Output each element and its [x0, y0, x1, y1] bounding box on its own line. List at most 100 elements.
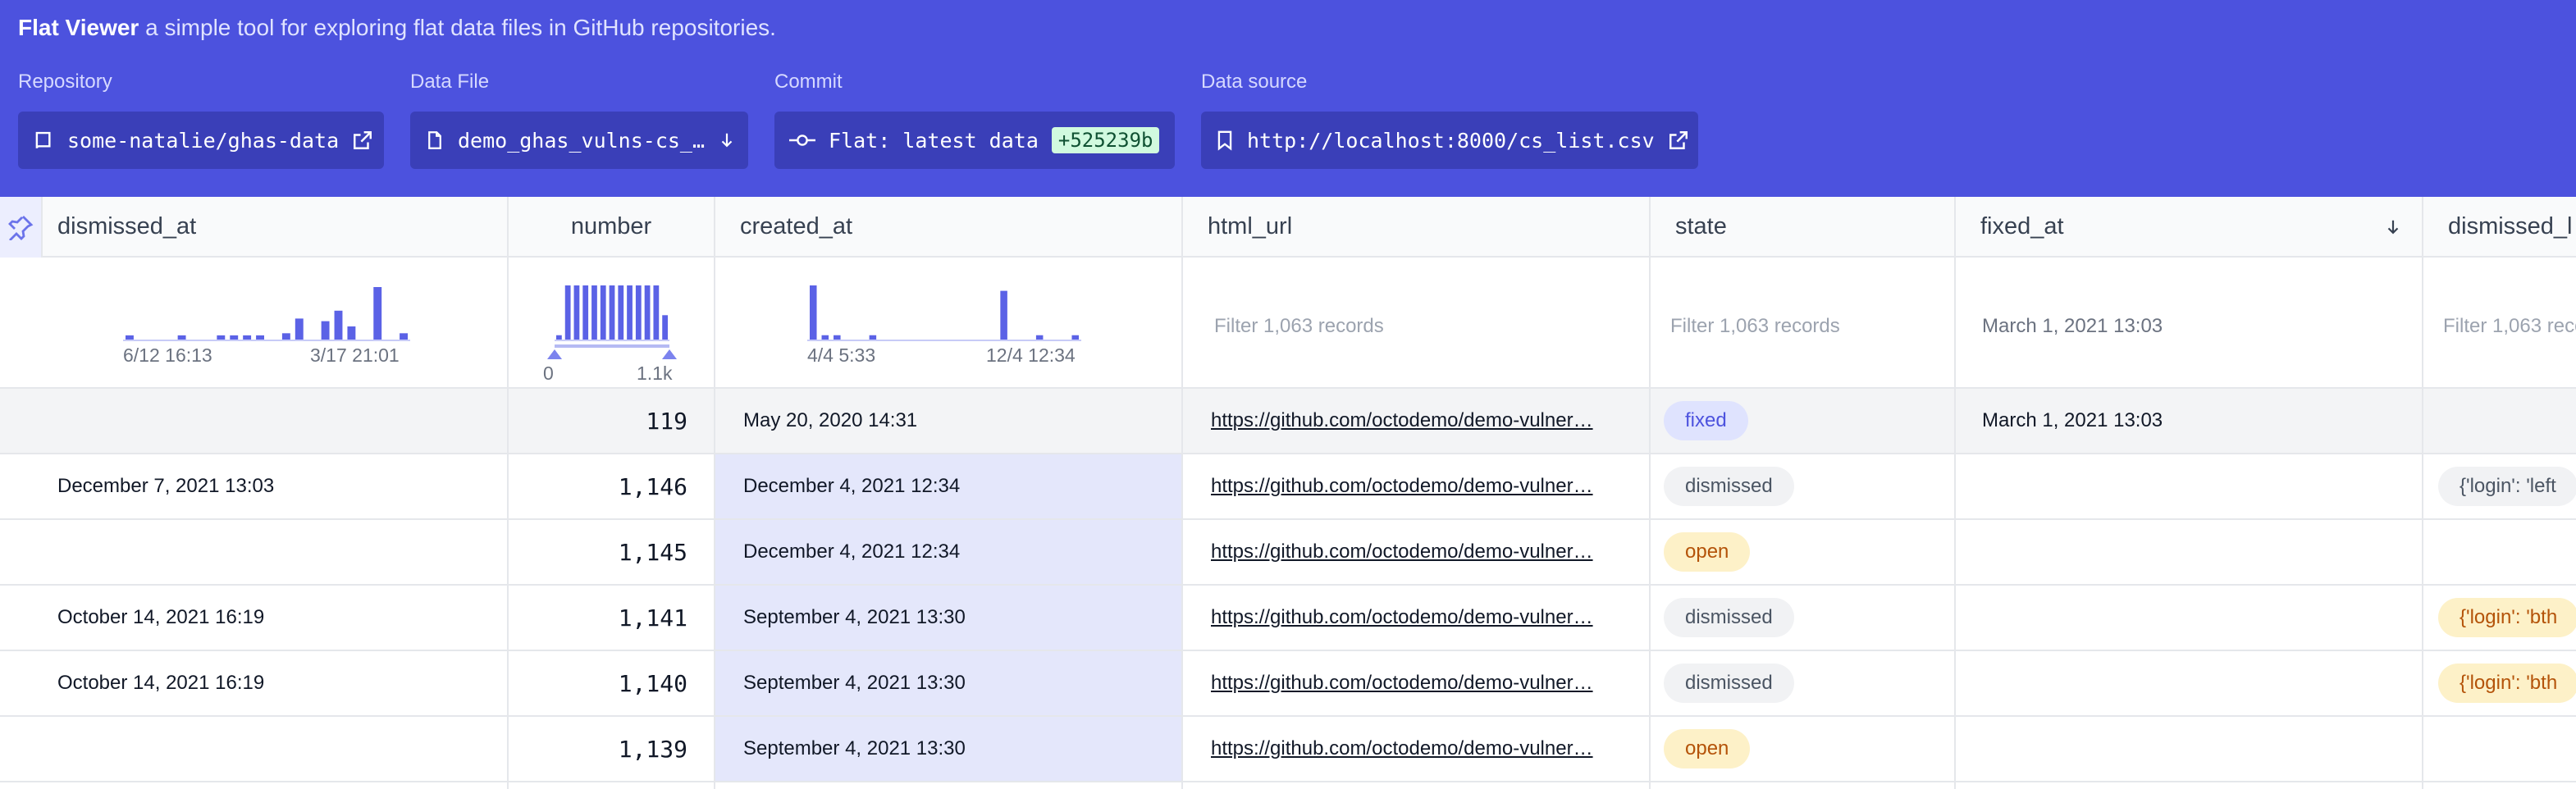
table-cell[interactable]	[1956, 454, 2422, 520]
table-cell[interactable]: 1,141	[509, 586, 714, 651]
table-cell-link[interactable]: https://github.com/octodemo/demo-vulner…	[1183, 454, 1649, 520]
table-cell[interactable]: September 4, 2021 13:30	[715, 586, 1181, 651]
table-cell[interactable]: {'login': 'left	[2423, 454, 2576, 520]
histogram-dismissed-at-bar[interactable]	[321, 321, 330, 340]
data-file-picker[interactable]: demo_ghas_vulns-cs_…	[410, 112, 748, 169]
table-cell-link[interactable]: https://github.com/octodemo/demo-vulner…	[1183, 389, 1649, 454]
histogram-dismissed-at-bar[interactable]	[126, 335, 134, 340]
table-cell[interactable]: September 4, 2021 13:30	[715, 651, 1181, 717]
histogram-number-bar[interactable]	[564, 285, 571, 340]
table-cell[interactable]	[1956, 651, 2422, 717]
table-cell-link[interactable]: https://github.com/octodemo/demo-vulner…	[1183, 717, 1649, 782]
table-cell-link[interactable]: https://github.com/octodemo/demo-vulner…	[1183, 520, 1649, 586]
histogram-dismissed-at-bar[interactable]	[217, 335, 226, 340]
range-handle-min[interactable]	[547, 349, 562, 359]
histogram-created-at[interactable]	[715, 258, 1181, 389]
table-cell[interactable]: dismissed	[1651, 586, 1954, 651]
histogram-dismissed-at-bar[interactable]	[230, 335, 239, 340]
column-header-dismissed-at[interactable]: dismissed_at	[0, 197, 507, 258]
table-cell[interactable]: September 4, 2021 13:30	[715, 717, 1181, 782]
filter-input-state[interactable]: Filter 1,063 records	[1670, 315, 1840, 338]
table-cell[interactable]: October 14, 2021 16:19	[0, 586, 507, 651]
histogram-number-bar[interactable]	[609, 285, 615, 340]
table-cell[interactable]	[2423, 520, 2576, 586]
histogram-created-at-bar[interactable]	[834, 335, 841, 340]
table-cell[interactable]: dismissed	[1651, 454, 1954, 520]
table-cell[interactable]: 1,140	[509, 651, 714, 717]
histogram-number-bar[interactable]	[618, 285, 624, 340]
sort-descending-icon[interactable]	[2384, 217, 2402, 238]
column-header-html-url[interactable]: html_url	[1183, 197, 1649, 258]
table-cell-link[interactable]: https://github.com/octodemo/demo-vulner…	[1183, 651, 1649, 717]
table-cell[interactable]	[2423, 717, 2576, 782]
histogram-number-bar[interactable]	[635, 285, 642, 340]
histogram-number-bar[interactable]	[644, 285, 651, 340]
table-cell[interactable]: 1,139	[509, 717, 714, 782]
filter-input-dismissed-by[interactable]: Filter 1,063 records	[2443, 315, 2576, 338]
histogram-number-bar[interactable]	[591, 285, 597, 340]
histogram-dismissed-at[interactable]	[0, 258, 507, 389]
table-cell[interactable]: {'login': 'bth	[2423, 586, 2576, 651]
histogram-number-bar[interactable]	[582, 285, 589, 340]
table-cell[interactable]	[0, 717, 507, 782]
table-cell[interactable]: open	[1651, 717, 1954, 782]
filter-dismissed-by[interactable]: Filter 1,063 records	[2423, 258, 2576, 389]
histogram-dismissed-at-bar[interactable]	[334, 310, 343, 340]
pin-column-button[interactable]	[0, 197, 43, 258]
histogram-created-at-bar[interactable]	[1035, 335, 1044, 340]
histogram-created-at-bar[interactable]	[869, 335, 877, 340]
column-header-dismissed-by[interactable]: dismissed_l	[2423, 197, 2576, 258]
histogram-number-bar[interactable]	[600, 285, 606, 340]
table-cell[interactable]	[2423, 389, 2576, 454]
histogram-dismissed-at-bar[interactable]	[400, 333, 408, 340]
histogram-number-bar[interactable]	[653, 285, 660, 340]
table-cell[interactable]: December 7, 2021 13:03	[0, 454, 507, 520]
table-cell[interactable]: December 4, 2021 12:34	[715, 520, 1181, 586]
filter-fixed-at[interactable]: March 1, 2021 13:03	[1956, 258, 2422, 389]
table-cell[interactable]	[0, 389, 507, 454]
histogram-created-at-bar[interactable]	[1071, 335, 1079, 340]
histogram-dismissed-at-bar[interactable]	[256, 335, 264, 340]
table-cell[interactable]: May 20, 2020 14:31	[715, 389, 1181, 454]
filter-histogram-dismissed-at[interactable]: 6/12 16:13 3/17 21:01	[0, 258, 507, 389]
histogram-number[interactable]	[509, 258, 714, 389]
table-cell[interactable]: {'login': 'bth	[2423, 651, 2576, 717]
table-cell[interactable]: 119	[509, 389, 714, 454]
histogram-dismissed-at-bar[interactable]	[177, 335, 186, 340]
commit-picker[interactable]: Flat: latest data +525239b	[774, 112, 1175, 169]
filter-histogram-created-at[interactable]: 4/4 5:33 12/4 12:34	[715, 258, 1181, 389]
histogram-dismissed-at-bar[interactable]	[243, 335, 252, 340]
filter-state[interactable]: Filter 1,063 records	[1651, 258, 1954, 389]
histogram-created-at-bar[interactable]	[1000, 290, 1007, 340]
column-header-state[interactable]: state	[1651, 197, 1954, 258]
range-selection-bar[interactable]	[555, 344, 669, 348]
filter-html-url[interactable]: Filter 1,063 records	[1183, 258, 1649, 389]
histogram-dismissed-at-bar[interactable]	[347, 326, 356, 340]
table-cell[interactable]: 1,146	[509, 454, 714, 520]
table-cell[interactable]: 1,145	[509, 520, 714, 586]
filter-histogram-number[interactable]: 0 1.1k	[509, 258, 714, 389]
data-source-link[interactable]: http://localhost:8000/cs_list.csv	[1201, 112, 1698, 169]
histogram-number-bar[interactable]	[556, 335, 562, 340]
table-cell[interactable]: open	[1651, 520, 1954, 586]
column-header-fixed-at[interactable]: fixed_at	[1956, 197, 2422, 258]
histogram-dismissed-at-bar[interactable]	[295, 318, 304, 340]
table-cell[interactable]	[1956, 717, 2422, 782]
repository-picker[interactable]: some-natalie/ghas-data	[18, 112, 384, 169]
download-icon[interactable]	[718, 130, 736, 151]
histogram-created-at-bar[interactable]	[810, 285, 817, 340]
column-header-created-at[interactable]: created_at	[715, 197, 1181, 258]
range-handle-max[interactable]	[662, 349, 677, 359]
table-cell[interactable]: October 14, 2021 16:19	[0, 651, 507, 717]
external-link-icon[interactable]	[1668, 130, 1689, 151]
table-cell[interactable]: dismissed	[1651, 651, 1954, 717]
table-cell[interactable]: fixed	[1651, 389, 1954, 454]
histogram-dismissed-at-bar[interactable]	[281, 333, 290, 340]
table-cell[interactable]	[1956, 586, 2422, 651]
table-cell[interactable]	[1956, 520, 2422, 586]
histogram-number-bar[interactable]	[662, 315, 668, 340]
histogram-created-at-bar[interactable]	[821, 335, 829, 340]
histogram-number-bar[interactable]	[627, 285, 633, 340]
histogram-dismissed-at-bar[interactable]	[373, 287, 382, 340]
table-cell[interactable]	[0, 520, 507, 586]
